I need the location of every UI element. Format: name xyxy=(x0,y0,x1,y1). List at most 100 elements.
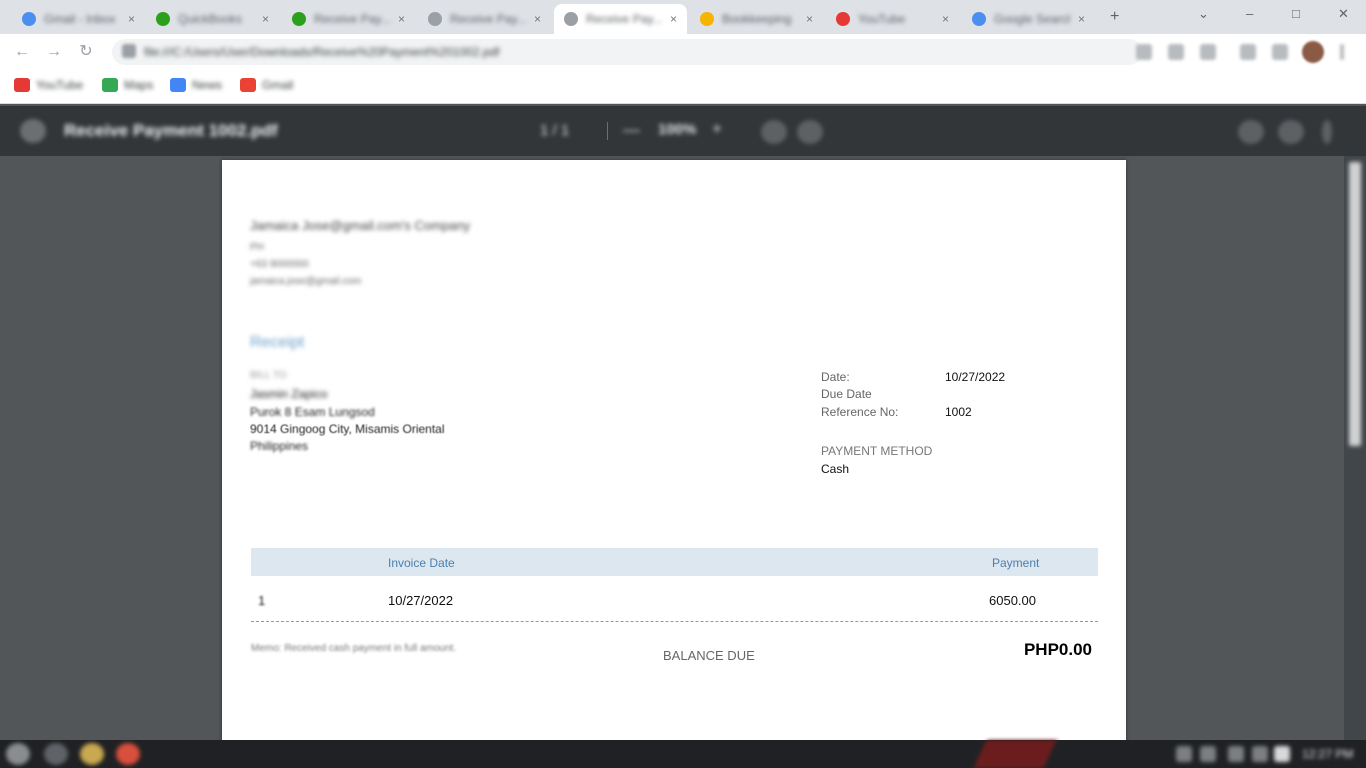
toolbar-divider xyxy=(607,122,608,140)
browser-tab[interactable]: Google Search × xyxy=(962,4,1095,34)
tab-close-icon[interactable]: × xyxy=(806,12,813,26)
payment-header: Payment xyxy=(992,556,1040,570)
bookmark-item[interactable]: News xyxy=(170,78,222,92)
zoom-out-button[interactable]: — xyxy=(623,120,640,140)
tab-close-icon[interactable]: × xyxy=(534,12,541,26)
fit-page-icon[interactable] xyxy=(761,120,787,144)
bill-to-street: Purok 8 Esam Lungsod xyxy=(250,405,375,419)
tab-favicon-icon xyxy=(22,12,36,26)
browser-tab[interactable]: Receive Pay... × xyxy=(282,4,415,34)
zoom-in-button[interactable]: + xyxy=(712,119,722,139)
tab-close-icon[interactable]: × xyxy=(128,12,135,26)
tab-favicon-icon xyxy=(292,12,306,26)
scrollbar-thumb[interactable] xyxy=(1349,162,1361,446)
bookmark-item[interactable]: YouTube xyxy=(14,78,83,92)
zoom-level[interactable]: 100% xyxy=(658,121,696,138)
address-url[interactable]: file:///C:/Users/User/Downloads/Receive%… xyxy=(144,45,500,59)
tab-title: Bookkeeping xyxy=(722,12,792,26)
invoice-date-header: Invoice Date xyxy=(388,556,455,570)
tab-favicon-icon xyxy=(972,12,986,26)
company-name: Jamaica Jose@gmail.com's Company xyxy=(250,218,471,233)
browser-tab[interactable]: YouTube × xyxy=(826,4,959,34)
row-invoice-date: 10/27/2022 xyxy=(388,593,454,608)
tab-close-icon[interactable]: × xyxy=(398,12,405,26)
bookmark-star-icon[interactable] xyxy=(1200,44,1216,60)
menu-icon[interactable] xyxy=(20,119,46,143)
news-icon xyxy=(170,78,186,92)
chrome-app-icon[interactable] xyxy=(116,743,140,765)
reference-value: 1002 xyxy=(945,405,972,419)
notification-icon[interactable] xyxy=(1252,746,1268,762)
tab-title: Gmail - Inbox xyxy=(44,12,116,26)
tab-close-icon[interactable]: × xyxy=(1078,12,1085,26)
tab-title: QuickBooks xyxy=(178,12,243,26)
forward-arrow-icon[interactable]: → xyxy=(44,42,64,62)
bookmark-label: Maps xyxy=(124,78,154,92)
date-label: Date: xyxy=(821,370,850,384)
bookmark-label: Gmail xyxy=(262,78,294,92)
address-bar[interactable]: file:///C:/Users/User/Downloads/Receive%… xyxy=(112,39,1142,65)
settings-icon[interactable] xyxy=(1274,746,1290,762)
reload-icon[interactable]: ↻ xyxy=(76,42,96,62)
bookmark-item[interactable]: Maps xyxy=(102,78,153,92)
browser-tab[interactable]: Bookkeeping × xyxy=(690,4,823,34)
bill-to-label: BILL TO xyxy=(250,370,287,381)
bill-to-city: 9014 Gingoog City, Misamis Oriental xyxy=(250,422,445,436)
browser-tab[interactable]: Receive Pay... × xyxy=(418,4,551,34)
row-number: 1 xyxy=(258,593,266,608)
tab-close-icon[interactable]: × xyxy=(262,12,269,26)
rotate-icon[interactable] xyxy=(797,120,823,144)
print-icon[interactable] xyxy=(1278,120,1304,144)
table-header: Invoice Date Payment xyxy=(251,548,1098,576)
new-tab-button[interactable]: + xyxy=(1110,8,1119,26)
page-indicator[interactable]: 1 / 1 xyxy=(540,122,569,139)
reference-label: Reference No: xyxy=(821,405,899,419)
kebab-menu-icon[interactable] xyxy=(1340,44,1344,60)
maximize-button[interactable]: □ xyxy=(1292,6,1300,21)
bookmark-item[interactable]: Gmail xyxy=(240,78,293,92)
balance-due-label: BALANCE DUE xyxy=(663,648,755,663)
bill-to-name: Jasmin Zapico xyxy=(250,387,328,401)
pdf-viewport[interactable]: Jamaica Jose@gmail.com's Company PH +63 … xyxy=(0,156,1366,740)
vertical-scrollbar[interactable] xyxy=(1344,156,1366,740)
tab-title: YouTube xyxy=(858,12,906,26)
pdf-page: Jamaica Jose@gmail.com's Company PH +63 … xyxy=(222,160,1126,740)
gmail-icon xyxy=(240,78,256,92)
wallpaper-accent xyxy=(973,740,1057,768)
minimize-button[interactable]: – xyxy=(1246,6,1253,21)
extensions-puzzle-icon[interactable] xyxy=(1272,44,1288,60)
files-app-icon[interactable] xyxy=(80,743,104,765)
table-divider xyxy=(251,621,1098,622)
tab-close-icon[interactable]: × xyxy=(942,12,949,26)
balance-due-value: PHP0.00 xyxy=(1023,640,1092,659)
more-options-icon[interactable] xyxy=(1322,120,1332,144)
payment-method-value: Cash xyxy=(821,462,850,476)
pdf-document-title: Receive Payment 1002.pdf xyxy=(64,121,278,140)
tab-favicon-icon xyxy=(700,12,714,26)
tab-close-icon[interactable]: × xyxy=(670,12,677,26)
close-window-button[interactable]: ✕ xyxy=(1338,6,1349,22)
bookmarks-bar: YouTube Maps News Gmail xyxy=(0,70,1366,104)
network-icon[interactable] xyxy=(1176,746,1192,762)
system-clock[interactable]: 12:27 PM xyxy=(1302,747,1353,761)
document-title: Receipt xyxy=(250,334,305,351)
battery-icon[interactable] xyxy=(1200,746,1216,762)
payment-method-label: PAYMENT METHOD xyxy=(821,444,933,458)
share-icon[interactable] xyxy=(1168,44,1184,60)
maps-icon xyxy=(102,78,118,92)
download-icon[interactable] xyxy=(1238,120,1264,144)
browser-tab[interactable]: Gmail - Inbox × xyxy=(12,4,145,34)
site-info-icon[interactable] xyxy=(122,44,136,58)
back-arrow-icon[interactable]: ← xyxy=(12,42,32,62)
browser-tab[interactable]: QuickBooks × xyxy=(146,4,279,34)
browser-tab-active[interactable]: Receive Pay... × xyxy=(554,4,687,34)
zoom-icon[interactable] xyxy=(1136,44,1152,60)
tab-search-icon[interactable]: ⌄ xyxy=(1198,6,1209,22)
extension-icon[interactable] xyxy=(1240,44,1256,60)
bill-to-country: Philippines xyxy=(250,439,309,453)
launcher-icon[interactable] xyxy=(6,743,30,765)
search-icon[interactable] xyxy=(44,743,68,765)
volume-icon[interactable] xyxy=(1228,746,1244,762)
notes-text: Memo: Received cash payment in full amou… xyxy=(251,643,457,654)
profile-avatar[interactable] xyxy=(1302,41,1324,63)
